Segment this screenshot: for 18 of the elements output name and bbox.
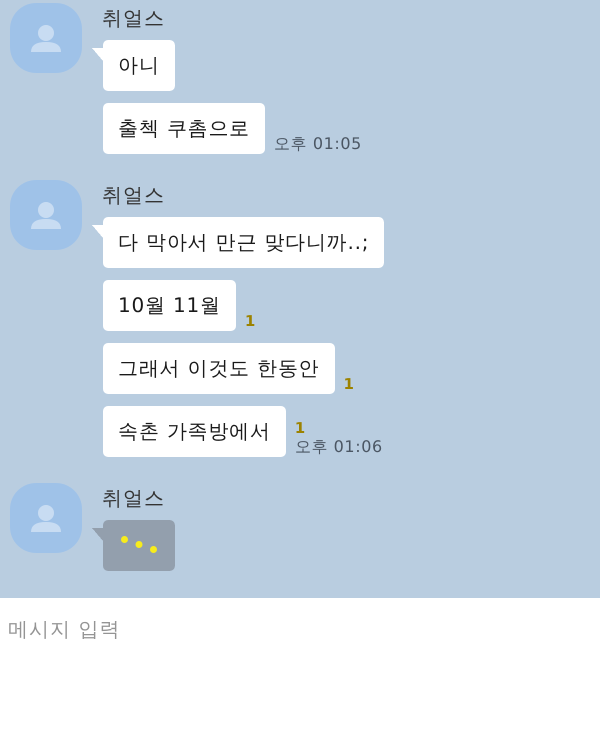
avatar-icon	[10, 3, 82, 73]
message-bubble: 그래서 이것도 한동안	[103, 343, 335, 394]
message-bubble: 다 막아서 만근 맞다니까..;	[92, 217, 384, 268]
message-bubble: 아니	[92, 40, 175, 91]
message-bubble: 속촌 가족방에서	[103, 406, 286, 457]
ellipsis-icon	[121, 536, 157, 553]
unread-count: 1	[244, 313, 256, 330]
avatar-icon	[10, 180, 82, 250]
unread-count: 1	[294, 420, 306, 437]
message-time: 오후 01:05	[274, 134, 362, 153]
unread-count: 1	[344, 376, 354, 393]
message-time: 오후 01:06	[294, 437, 383, 456]
sender-name: 취얼스	[102, 485, 165, 512]
sender-name: 취얼스	[102, 5, 165, 32]
message-bubble: 10월 11월	[103, 280, 236, 331]
avatar-icon	[10, 483, 82, 553]
message-bubble: 출첵 쿠촘으로	[103, 103, 265, 154]
sender-name: 취얼스	[102, 182, 165, 209]
